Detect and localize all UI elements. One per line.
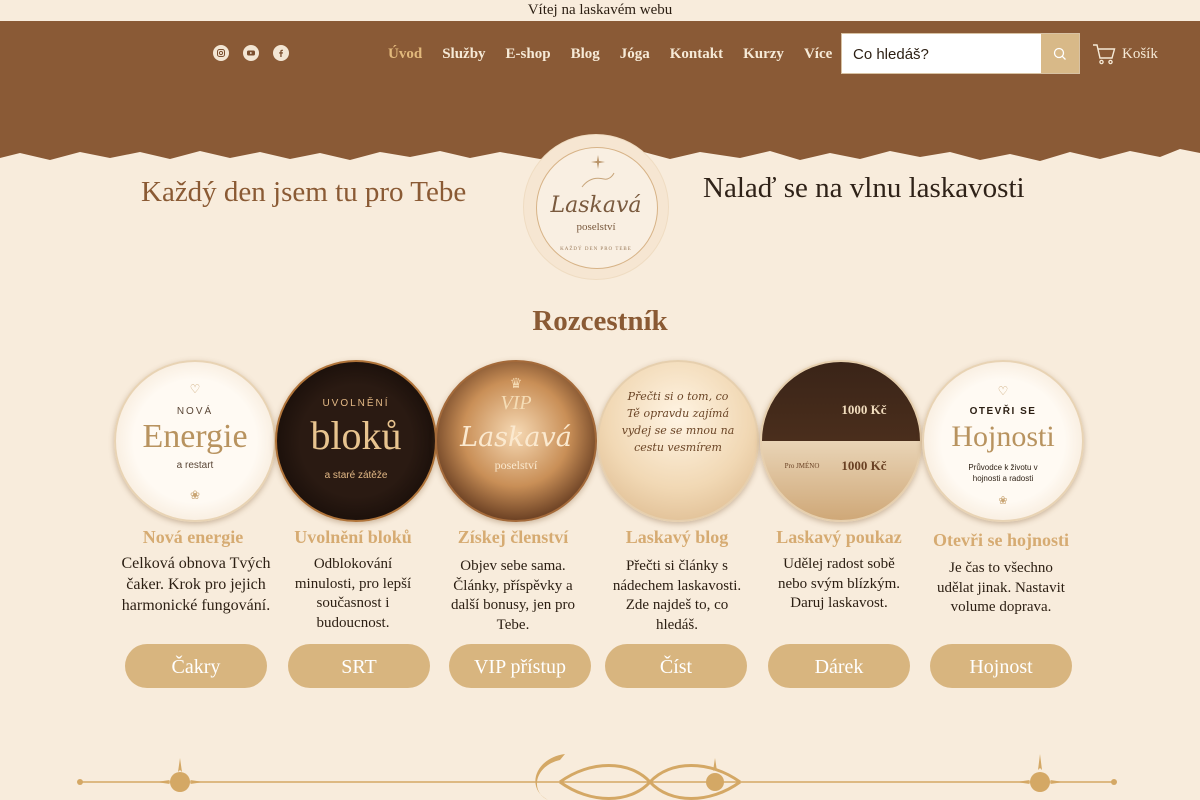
card-title: Uvolnění bloků <box>294 527 412 547</box>
card-image-hojnost[interactable]: ♡ OTEVŘI SE Hojnosti Průvodce k životu v… <box>922 360 1084 522</box>
cart-link[interactable]: Košík <box>1092 43 1158 65</box>
card-title: Laskavý poukaz <box>776 527 902 547</box>
instagram-icon[interactable] <box>213 45 229 61</box>
heart-icon: ♡ <box>997 384 1009 398</box>
welcome-bar: Vítej na laskavém webu <box>0 0 1200 21</box>
search-icon <box>1053 47 1066 60</box>
logo-tagline: KAŽDÝ DEN PRO TEBE <box>560 247 632 252</box>
read-button[interactable]: Číst <box>605 644 747 688</box>
card-image-bottom: Průvodce k životu v hojnosti a radosti <box>968 463 1038 483</box>
nav-item-joga[interactable]: Jóga <box>620 46 650 63</box>
nav-item-blog[interactable]: Blog <box>571 46 600 63</box>
card-image-main: Laskavá <box>460 422 572 453</box>
card-image-top: VIP <box>500 392 532 414</box>
card-title: Otevři se hojnosti <box>933 530 1069 550</box>
vip-access-button[interactable]: VIP přístup <box>449 644 591 688</box>
heart-icon: ♡ <box>189 382 201 396</box>
gift-button[interactable]: Dárek <box>768 644 910 688</box>
logo-subtitle: poselství <box>576 221 616 233</box>
lotus-icon: ❀ <box>998 495 1008 507</box>
card-image-top: OTEVŘI SE <box>969 406 1037 417</box>
nav-item-eshop[interactable]: E-shop <box>506 46 551 63</box>
card-description: Odblokování minulosti, pro lepší současn… <box>294 556 412 631</box>
card-description: Udělej radost sobě nebo svým blízkým. Da… <box>777 556 901 611</box>
section-title: Rozcestník <box>532 305 668 337</box>
search-box <box>841 33 1080 75</box>
card-image-main: Hojnosti <box>951 420 1055 453</box>
srt-button[interactable]: SRT <box>288 644 430 688</box>
card-image-top: NOVÁ <box>176 406 214 417</box>
cart-icon <box>1093 44 1116 65</box>
welcome-text: Vítej na laskavém webu <box>527 2 673 18</box>
cakry-button[interactable]: Čakry <box>125 644 267 688</box>
logo-name: Laskavá <box>550 193 642 218</box>
nav-item-kurzy[interactable]: Kurzy <box>743 46 784 63</box>
moon-sun-ornament <box>77 754 1117 800</box>
card-image-bottom: Pro JMÉNO <box>784 462 820 470</box>
card-description: Přečti si články s nádechem laskavosti. … <box>612 558 742 633</box>
search-input[interactable] <box>842 34 1055 75</box>
nav-item-sluzby[interactable]: Služby <box>442 46 485 63</box>
card-title: Nová energie <box>142 527 244 547</box>
main-nav: Úvod Služby E-shop Blog Jóga Kontakt Kur… <box>388 46 852 63</box>
site-logo[interactable]: Laskavá poselství KAŽDÝ DEN PRO TEBE <box>524 135 668 279</box>
lotus-icon: ❀ <box>189 488 201 502</box>
abundance-button[interactable]: Hojnost <box>930 644 1072 688</box>
nav-item-vice[interactable]: Více <box>804 46 832 63</box>
hero-tagline-right: Nalaď se na vlnu laskavosti <box>703 172 1025 204</box>
card-image-bloku[interactable]: UVOLNĚNÍ bloků a staré zátěže <box>275 360 437 522</box>
card-image-poukaz[interactable]: 1000 Kč 1000 Kč Pro JMÉNO <box>760 360 922 522</box>
youtube-icon[interactable] <box>243 45 259 61</box>
card-image-vip[interactable]: ♛ VIP Laskavá poselství <box>435 360 597 522</box>
hero-tagline-left: Každý den jsem tu pro Tebe <box>141 176 467 208</box>
nav-item-kontakt[interactable]: Kontakt <box>670 46 723 63</box>
card-image-energie[interactable]: ♡ NOVÁ Energie a restart ❀ <box>114 360 276 522</box>
card-image-top: 1000 Kč <box>841 402 887 417</box>
card-image-main: Energie <box>142 418 248 455</box>
cart-label: Košík <box>1122 45 1158 62</box>
crown-icon: ♛ <box>509 377 523 392</box>
card-image-main: bloků <box>310 413 402 458</box>
card-description: Celková obnova Tvých čaker. Krok pro jej… <box>121 555 271 614</box>
card-image-blog[interactable]: Přečti si o tom, co Tě opravdu zajímá vy… <box>597 360 759 522</box>
card-title: Laskavý blog <box>625 527 729 547</box>
card-title: Získej členství <box>457 527 569 547</box>
card-image-top: UVOLNĚNÍ <box>322 398 390 409</box>
facebook-icon[interactable] <box>273 45 289 61</box>
card-image-bottom: poselství <box>494 458 538 472</box>
card-description: Je čas to všechno udělat jinak. Nastavit… <box>937 560 1065 615</box>
sparkle-hand-icon <box>581 155 615 188</box>
nav-item-uvod[interactable]: Úvod <box>388 46 422 63</box>
search-button[interactable] <box>1041 34 1079 73</box>
card-description: Objev sebe sama. Články, příspěvky a dal… <box>450 558 575 633</box>
card-image-main: Přečti si o tom, co Tě opravdu zajímá vy… <box>621 390 735 454</box>
card-image-bottom: a restart <box>176 460 214 471</box>
card-image-bottom: a staré zátěže <box>324 470 388 481</box>
